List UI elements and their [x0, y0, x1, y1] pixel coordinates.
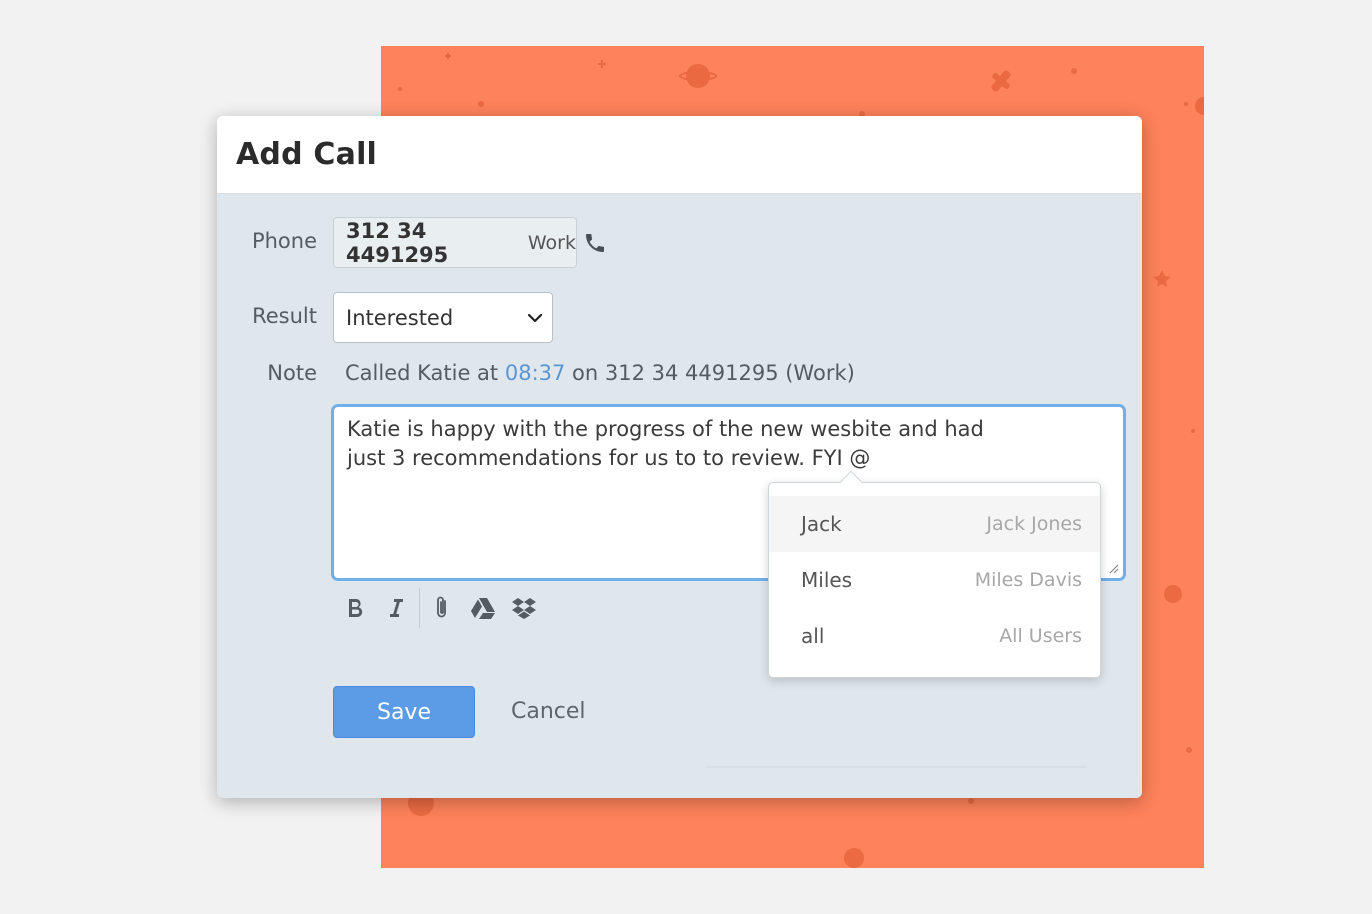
mention-item-all[interactable]: all All Users — [769, 608, 1100, 664]
dialog-header: Add Call — [217, 116, 1142, 194]
phone-number: 312 34 4491295 — [346, 218, 449, 267]
mention-fullname: Jack Jones — [986, 513, 1082, 535]
italic-button[interactable] — [378, 590, 414, 626]
mention-fullname: Miles Davis — [974, 569, 1082, 591]
result-select[interactable]: Interested — [333, 292, 553, 343]
mention-item-miles[interactable]: Miles Miles Davis — [769, 552, 1100, 608]
result-label: Result — [252, 304, 317, 328]
phone-type: Work — [527, 231, 576, 254]
dropbox-button[interactable] — [506, 590, 542, 626]
cancel-button[interactable]: Cancel — [511, 699, 586, 724]
mention-fullname: All Users — [999, 625, 1082, 647]
paperclip-icon — [437, 596, 446, 618]
formatting-toolbar — [337, 588, 547, 628]
phone-icon[interactable] — [583, 231, 607, 255]
mention-item-jack[interactable]: Jack Jack Jones — [769, 496, 1100, 552]
save-button[interactable]: Save — [333, 686, 475, 738]
note-time-link[interactable]: 08:37 — [505, 361, 566, 385]
note-summary: Called Katie at 08:37 on 312 34 4491295 … — [345, 361, 855, 385]
mention-handle: Miles — [801, 568, 853, 592]
mention-handle: Jack — [801, 512, 842, 536]
google-drive-icon — [471, 598, 495, 619]
add-call-dialog: Add Call Phone 312 34 4491295 Work Resul… — [217, 116, 1142, 798]
bold-icon — [349, 598, 363, 618]
mention-dropdown: Jack Jack Jones Miles Miles Davis all Al… — [768, 470, 1101, 678]
italic-icon — [390, 599, 403, 617]
phone-label: Phone — [251, 229, 317, 253]
dialog-title: Add Call — [236, 137, 378, 172]
google-drive-button[interactable] — [465, 590, 501, 626]
result-selected-value: Interested — [346, 305, 454, 330]
dropbox-icon — [512, 598, 536, 619]
note-label: Note — [267, 361, 317, 385]
resize-grip-icon[interactable] — [1107, 562, 1119, 574]
attach-button[interactable] — [424, 590, 460, 626]
chevron-down-icon — [527, 313, 543, 323]
note-summary-suffix: on 312 34 4491295 (Work) — [565, 361, 855, 385]
note-text-line-1: Katie is happy with the progress of the … — [347, 417, 984, 441]
phone-field[interactable]: 312 34 4491295 Work — [333, 217, 577, 268]
bold-button[interactable] — [337, 590, 373, 626]
note-text-line-2: just 3 recommendations for us to to revi… — [347, 446, 871, 470]
note-summary-prefix: Called Katie at — [345, 361, 505, 385]
toolbar-divider — [419, 588, 420, 628]
mention-handle: all — [801, 624, 825, 648]
divider — [707, 766, 1087, 768]
